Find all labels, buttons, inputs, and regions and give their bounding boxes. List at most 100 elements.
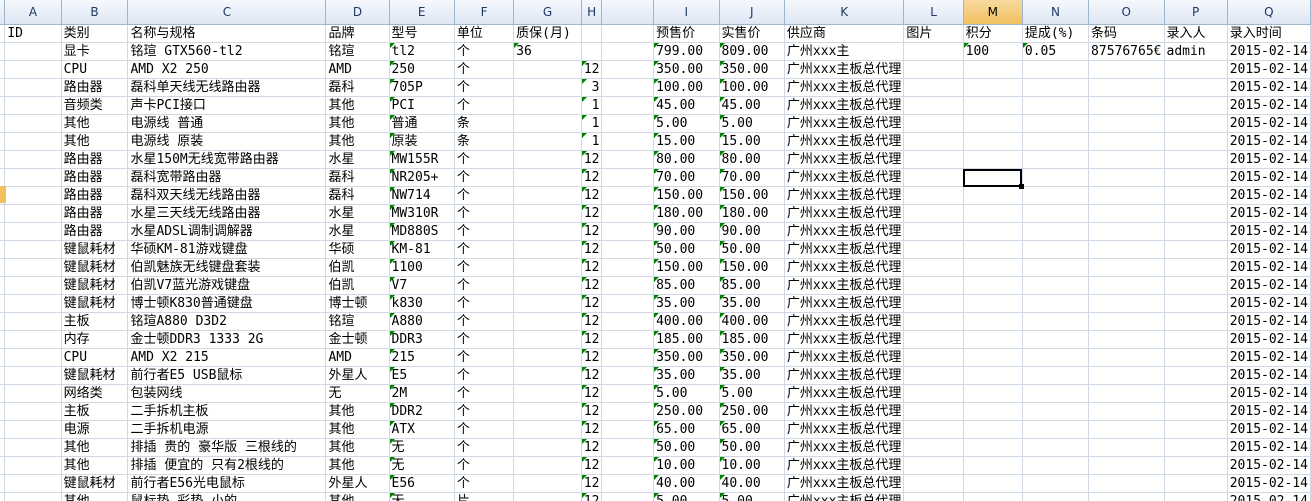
- cell-pre-price[interactable]: 85.00: [653, 276, 720, 295]
- cell-image[interactable]: [903, 150, 964, 169]
- header-label-q[interactable]: 录入时间: [1227, 24, 1311, 43]
- cell-supplier[interactable]: 广州xxx主板总代理: [784, 222, 905, 241]
- cell-image[interactable]: [903, 240, 964, 259]
- cell-pre-price[interactable]: 80.00: [653, 150, 720, 169]
- cell-points[interactable]: [963, 420, 1023, 439]
- cell-date[interactable]: 2015-02-14: [1227, 276, 1311, 295]
- cell-date[interactable]: 2015-02-14: [1227, 204, 1311, 223]
- cell-commission[interactable]: [1022, 330, 1090, 349]
- cell-category[interactable]: 其他: [61, 132, 129, 151]
- cell-pre-price[interactable]: 50.00: [653, 240, 720, 259]
- cell-category[interactable]: 其他: [61, 492, 129, 501]
- cell-commission[interactable]: [1022, 384, 1090, 403]
- cell-price[interactable]: 65.00: [719, 420, 785, 439]
- cell-category[interactable]: 键鼠耗材: [61, 294, 129, 313]
- cell-id[interactable]: [4, 384, 62, 403]
- cell-date[interactable]: 2015-02-14: [1227, 402, 1311, 421]
- cell-unit[interactable]: 个: [454, 438, 515, 457]
- cell-id[interactable]: [4, 96, 62, 115]
- cell-brand[interactable]: 博士顿: [325, 294, 390, 313]
- cell-user[interactable]: [1164, 330, 1228, 349]
- cell-warranty[interactable]: 12: [581, 258, 603, 277]
- spreadsheet-grid[interactable]: ABCDEFGH IJKLMNOPQ ID 类别 名称与规格 品牌 型号 单位 质保(月) 预售…: [0, 0, 1311, 501]
- cell-pre-price[interactable]: 350.00: [653, 60, 720, 79]
- cell-category[interactable]: 其他: [61, 438, 129, 457]
- cell-warranty[interactable]: 12: [581, 366, 603, 385]
- cell-points[interactable]: [963, 294, 1023, 313]
- cell-name[interactable]: 声卡PCI接口: [127, 96, 327, 115]
- cell-unit[interactable]: 个: [454, 222, 515, 241]
- column-header-i[interactable]: I: [653, 0, 720, 25]
- cell-category[interactable]: 其他: [61, 114, 129, 133]
- cell-brand[interactable]: 水星: [325, 204, 390, 223]
- cell-image[interactable]: [903, 438, 964, 457]
- cell-name[interactable]: 金士顿DDR3 1333 2G: [127, 330, 327, 349]
- cell-user[interactable]: [1164, 384, 1228, 403]
- cell-date[interactable]: 2015-02-14: [1227, 474, 1311, 493]
- cell-supplier[interactable]: 广州xxx主板总代理: [784, 276, 905, 295]
- cell-name[interactable]: 水星ADSL调制调解器: [127, 222, 327, 241]
- cell-pre-price[interactable]: 40.00: [653, 474, 720, 493]
- cell-model[interactable]: 无: [389, 438, 455, 457]
- cell-barcode[interactable]: [1088, 150, 1165, 169]
- cell-empty[interactable]: [513, 312, 582, 331]
- cell-supplier[interactable]: 广州xxx主板总代理: [784, 78, 905, 97]
- cell-supplier[interactable]: 广州xxx主板总代理: [784, 132, 905, 151]
- cell-category[interactable]: CPU: [61, 60, 129, 79]
- cell-brand[interactable]: 其他: [325, 96, 390, 115]
- cell-unit[interactable]: 个: [454, 204, 515, 223]
- cell-warranty[interactable]: 1: [581, 114, 603, 133]
- cell-pre-price[interactable]: 799.00: [653, 42, 720, 61]
- cell-price[interactable]: 15.00: [719, 132, 785, 151]
- cell-id[interactable]: [4, 240, 62, 259]
- cell-date[interactable]: 2015-02-14: [1227, 168, 1311, 187]
- cell-price[interactable]: 185.00: [719, 330, 785, 349]
- cell-points[interactable]: [963, 456, 1023, 475]
- cell-date[interactable]: 2015-02-14: [1227, 78, 1311, 97]
- cell-name[interactable]: 铭瑄A880 D3D2: [127, 312, 327, 331]
- cell-image[interactable]: [903, 312, 964, 331]
- cell-date[interactable]: 2015-02-14: [1227, 420, 1311, 439]
- header-label-n[interactable]: 提成(%): [1022, 24, 1090, 43]
- cell-warranty[interactable]: 3: [581, 78, 603, 97]
- cell-brand[interactable]: 铭瑄: [325, 312, 390, 331]
- cell-user[interactable]: [1164, 186, 1228, 205]
- cell-warranty[interactable]: 12: [581, 456, 603, 475]
- cell-name[interactable]: 二手拆机电源: [127, 420, 327, 439]
- cell-unit[interactable]: 个: [454, 96, 515, 115]
- cell-image[interactable]: [903, 330, 964, 349]
- cell-image[interactable]: [903, 60, 964, 79]
- cell-commission[interactable]: [1022, 312, 1090, 331]
- cell-image[interactable]: [903, 492, 964, 501]
- cell-date[interactable]: 2015-02-14: [1227, 96, 1311, 115]
- cell-id[interactable]: [4, 78, 62, 97]
- cell-points[interactable]: [963, 312, 1023, 331]
- cell-model[interactable]: V7: [389, 276, 455, 295]
- cell-category[interactable]: 路由器: [61, 222, 129, 241]
- cell-unit[interactable]: 个: [454, 420, 515, 439]
- cell-brand[interactable]: 其他: [325, 420, 390, 439]
- cell-image[interactable]: [903, 222, 964, 241]
- cell-barcode[interactable]: [1088, 384, 1165, 403]
- cell-barcode[interactable]: [1088, 348, 1165, 367]
- column-header-k[interactable]: K: [784, 0, 905, 25]
- cell-image[interactable]: [903, 132, 964, 151]
- cell-barcode[interactable]: [1088, 240, 1165, 259]
- cell-model[interactable]: 705P: [389, 78, 455, 97]
- cell-pre-price[interactable]: 50.00: [653, 438, 720, 457]
- cell-pre-price[interactable]: 185.00: [653, 330, 720, 349]
- column-header-e[interactable]: E: [389, 0, 455, 25]
- cell-model[interactable]: MD880S: [389, 222, 455, 241]
- cell-unit[interactable]: 个: [454, 168, 515, 187]
- cell-points[interactable]: [963, 492, 1023, 501]
- cell-price[interactable]: 80.00: [719, 150, 785, 169]
- cell-unit[interactable]: 个: [454, 42, 515, 61]
- cell-barcode[interactable]: [1088, 168, 1165, 187]
- cell-image[interactable]: [903, 474, 964, 493]
- column-header-n[interactable]: N: [1022, 0, 1090, 25]
- cell-image[interactable]: [903, 348, 964, 367]
- cell-commission[interactable]: [1022, 204, 1090, 223]
- cell-commission[interactable]: [1022, 114, 1090, 133]
- cell-model[interactable]: 215: [389, 348, 455, 367]
- cell-brand[interactable]: 外星人: [325, 366, 390, 385]
